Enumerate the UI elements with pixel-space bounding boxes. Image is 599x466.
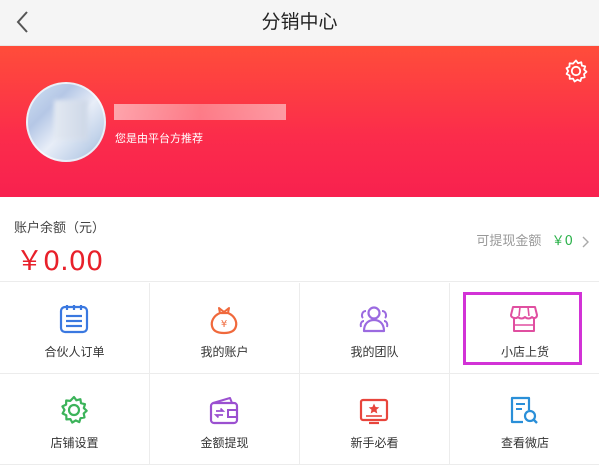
guide-icon bbox=[359, 398, 389, 425]
menu-item-beginner-guide[interactable]: 新手必看 bbox=[300, 374, 450, 465]
menu-item-shop-settings[interactable]: 店铺设置 bbox=[0, 374, 150, 465]
menu-item-my-account[interactable]: ¥ 我的账户 bbox=[150, 283, 300, 374]
menu-item-withdraw[interactable]: 金额提现 bbox=[150, 374, 300, 465]
menu-item-label: 金额提现 bbox=[200, 436, 249, 450]
search-doc-icon bbox=[510, 396, 538, 424]
page-title: 分销中心 bbox=[261, 11, 338, 33]
balance-label: 账户余额（元） bbox=[14, 221, 106, 236]
withdraw-wallet-icon bbox=[209, 397, 239, 425]
order-list-icon bbox=[59, 305, 89, 334]
menu-item-view-store[interactable]: 查看微店 bbox=[450, 374, 599, 465]
menu-item-label: 我的账户 bbox=[200, 345, 249, 359]
svg-text:¥: ¥ bbox=[221, 319, 227, 330]
menu-item-label: 店铺设置 bbox=[50, 436, 99, 450]
withdrawable-label: 可提现金额 bbox=[476, 234, 542, 249]
avatar[interactable] bbox=[26, 82, 106, 162]
referrer-text: 您是由平台方推荐 bbox=[115, 132, 203, 145]
profile-banner: 您是由平台方推荐 bbox=[0, 46, 599, 197]
balance-amount: ￥0.00 bbox=[16, 246, 104, 277]
feature-grid: 合伙人订单 ¥ 我的账户 我的团队 小店上货 店铺设置 金额提现 新手必看 查看… bbox=[0, 283, 599, 466]
chevron-right-icon bbox=[582, 236, 589, 247]
menu-item-partner-orders[interactable]: 合伙人订单 bbox=[0, 283, 150, 374]
menu-item-label: 查看微店 bbox=[500, 436, 549, 450]
balance-section: 账户余额（元） ￥0.00 可提现金额 ￥0 bbox=[0, 197, 599, 282]
username-blurred bbox=[114, 104, 286, 120]
menu-item-shop-stock[interactable]: 小店上货 bbox=[450, 283, 599, 374]
team-icon bbox=[359, 306, 389, 333]
menu-item-label: 我的团队 bbox=[350, 345, 399, 359]
withdrawable-value: ￥0 bbox=[551, 234, 573, 249]
shop-icon bbox=[510, 306, 538, 332]
wallet-bag-icon: ¥ bbox=[210, 307, 238, 335]
settings-gear-icon bbox=[61, 395, 88, 424]
withdrawable-link[interactable]: 可提现金额 ￥0 bbox=[476, 230, 591, 249]
top-nav-bar: 分销中心 bbox=[0, 0, 599, 46]
avatar-blur bbox=[54, 100, 88, 140]
menu-item-my-team[interactable]: 我的团队 bbox=[300, 283, 450, 374]
menu-item-label: 小店上货 bbox=[500, 345, 549, 359]
menu-item-label: 新手必看 bbox=[350, 436, 399, 450]
gear-icon[interactable] bbox=[563, 58, 589, 84]
menu-item-label: 合伙人订单 bbox=[44, 345, 105, 359]
